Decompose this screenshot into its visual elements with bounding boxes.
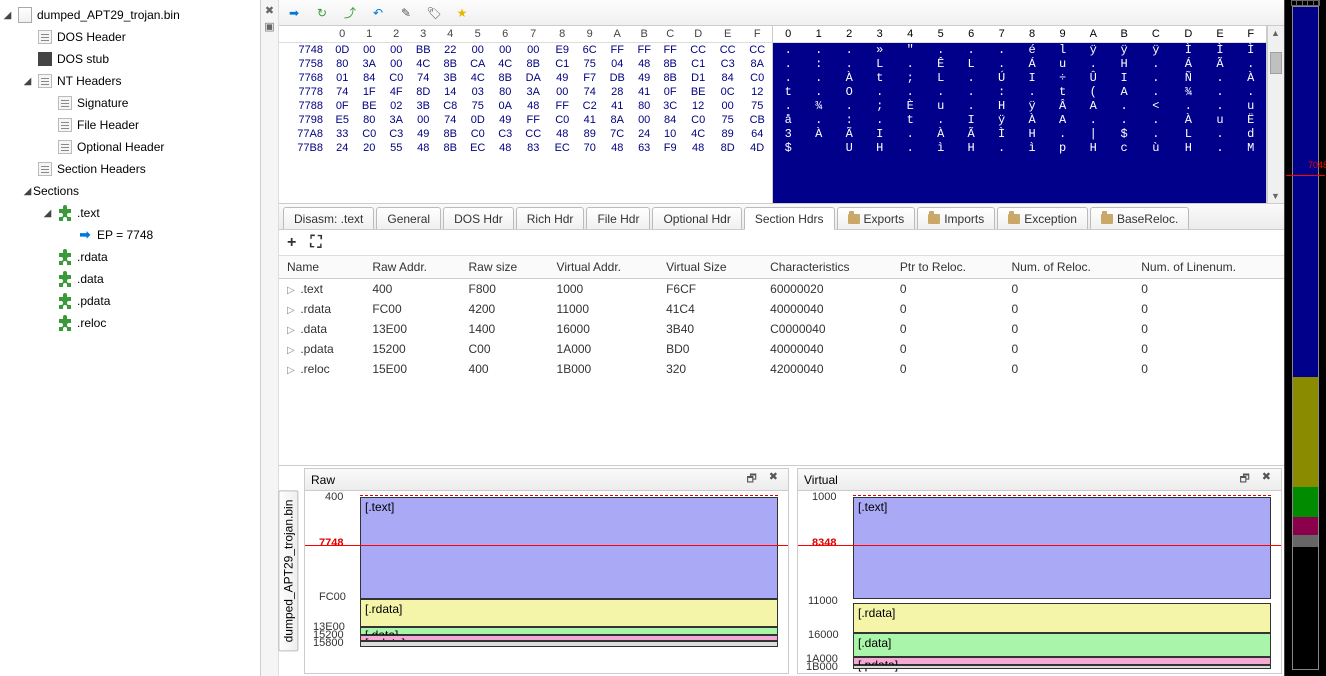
virtual-map-body[interactable]: 1000 [.text] 8348 11000 [.rdata] 16000 [… — [798, 491, 1281, 673]
raw-map-panel: Raw 🗗 ✖ 400 [.text] 7748 FC00 [.rdata] 1… — [304, 468, 789, 674]
virtual-map-title: Virtual — [804, 473, 838, 487]
tab-section-hdrs[interactable]: Section Hdrs — [744, 207, 835, 230]
memory-maps: dumped_APT29_trojan.bin Raw 🗗 ✖ 400 [.te… — [279, 466, 1284, 676]
tree-entry-point[interactable]: ➡ EP = 7748 — [0, 224, 260, 246]
tree-section-data[interactable]: .data — [0, 268, 260, 290]
undo-button[interactable]: ↶ — [369, 4, 387, 22]
section-headers-table-wrap: NameRaw Addr.Raw sizeVirtual Addr.Virtua… — [279, 256, 1284, 466]
tab-general[interactable]: General — [376, 207, 441, 229]
virtual-map-panel: Virtual 🗗 ✖ 1000 [.text] 8348 11000 [.rd… — [797, 468, 1282, 674]
bottom-tab-dock: dumped_APT29_trojan.bin — [279, 466, 298, 676]
pe-tree-panel: dumped_APT29_trojan.bin DOS Header DOS s… — [0, 0, 261, 676]
table-row[interactable]: ▷ .reloc15E004001B00032042000040000 — [279, 359, 1284, 379]
tab-optional-hdr[interactable]: Optional Hdr — [652, 207, 741, 229]
toolbar: ➡ ↻ ⤴ ↶ ✎ 🏷 ★ — [279, 0, 1284, 26]
dos-stub-icon — [37, 51, 53, 67]
table-row[interactable]: ▷ .pdata15200C001A000BD040000040000 — [279, 339, 1284, 359]
restore-icon[interactable]: 🗗 — [1235, 468, 1253, 491]
caret-icon[interactable] — [22, 186, 33, 197]
raw-map-title: Raw — [311, 473, 335, 487]
tree-root[interactable]: dumped_APT29_trojan.bin — [0, 4, 260, 26]
caret-icon[interactable] — [42, 208, 53, 219]
tree-nt-headers[interactable]: NT Headers — [0, 70, 260, 92]
tree-file-header[interactable]: File Header — [0, 114, 260, 136]
folder-icon — [1008, 214, 1020, 224]
puzzle-icon — [57, 205, 73, 221]
nt-headers-icon — [37, 73, 53, 89]
tab-rich-hdr[interactable]: Rich Hdr — [516, 207, 585, 229]
puzzle-icon — [57, 293, 73, 309]
main-area: ✖ ▣ ➡ ↻ ⤴ ↶ ✎ 🏷 ★ 0123456789ABCDEF77480D… — [261, 0, 1284, 676]
hex-scrollbar[interactable] — [1267, 26, 1284, 203]
section-toolbar: + ⛶ — [279, 230, 1284, 256]
folder-icon — [1101, 214, 1113, 224]
folder-icon — [848, 214, 860, 224]
expand-button[interactable]: ⛶ — [310, 234, 321, 252]
file-icon — [17, 7, 33, 23]
tab-basereloc[interactable]: BaseReloc. — [1090, 207, 1189, 229]
tree-section-headers[interactable]: Section Headers — [0, 158, 260, 180]
tree-root-label: dumped_APT29_trojan.bin — [37, 8, 180, 22]
close-icon[interactable]: ✖ — [1258, 468, 1275, 491]
hex-bytes-panel[interactable]: 0123456789ABCDEF77480D0000BB22000000E96C… — [279, 26, 773, 203]
puzzle-icon — [57, 249, 73, 265]
close-icon[interactable]: ✖ — [765, 468, 782, 491]
tag-button[interactable]: 🏷 — [425, 4, 443, 22]
tree-section-text[interactable]: .text — [0, 202, 260, 224]
step-button[interactable]: ⤴ — [341, 4, 359, 22]
caret-icon[interactable] — [2, 10, 13, 21]
tree-optional-header[interactable]: Optional Header — [0, 136, 260, 158]
tree-section-reloc[interactable]: .reloc — [0, 312, 260, 334]
close-panel-button[interactable]: ✖ — [263, 4, 277, 18]
optional-header-icon — [57, 139, 73, 155]
table-row[interactable]: ▷ .data13E001400160003B40C0000040000 — [279, 319, 1284, 339]
raw-map-body[interactable]: 400 [.text] 7748 FC00 [.rdata] 13E00 [.d… — [305, 491, 788, 673]
table-row[interactable]: ▷ .text400F8001000F6CF60000020000 — [279, 279, 1284, 300]
tree-section-pdata[interactable]: .pdata — [0, 290, 260, 312]
left-gutter: ✖ ▣ — [261, 0, 279, 676]
section-headers-icon — [37, 161, 53, 177]
tab-dos-hdr[interactable]: DOS Hdr — [443, 207, 514, 229]
refresh-button[interactable]: ↻ — [313, 4, 331, 22]
tree-sections[interactable]: Sections — [0, 180, 260, 202]
detail-tabs: Disasm: .text General DOS Hdr Rich Hdr F… — [279, 204, 1284, 230]
tab-disasm[interactable]: Disasm: .text — [283, 207, 374, 229]
signature-icon — [57, 95, 73, 111]
puzzle-icon — [57, 315, 73, 331]
tab-imports[interactable]: Imports — [917, 207, 995, 229]
tab-exception[interactable]: Exception — [997, 207, 1088, 229]
tree-dos-header[interactable]: DOS Header — [0, 26, 260, 48]
caret-icon[interactable] — [22, 76, 33, 87]
tree-section-rdata[interactable]: .rdata — [0, 246, 260, 268]
arrow-right-icon: ➡ — [77, 227, 93, 243]
restore-icon[interactable]: 🗗 — [742, 468, 760, 491]
star-button[interactable]: ★ — [453, 4, 471, 22]
pin-panel-button[interactable]: ▣ — [263, 20, 277, 34]
go-forward-button[interactable]: ➡ — [285, 4, 303, 22]
dos-header-icon — [37, 29, 53, 45]
tree-signature[interactable]: Signature — [0, 92, 260, 114]
section-headers-table[interactable]: NameRaw Addr.Raw sizeVirtual Addr.Virtua… — [279, 256, 1284, 379]
folder-icon — [928, 214, 940, 224]
tab-exports[interactable]: Exports — [837, 207, 916, 229]
overview-mark-label: 7048 — [1308, 160, 1326, 170]
overview-strip[interactable]: 7048 — [1284, 0, 1326, 676]
puzzle-icon — [57, 271, 73, 287]
bottom-file-tab[interactable]: dumped_APT29_trojan.bin — [279, 491, 299, 652]
file-header-icon — [57, 117, 73, 133]
add-section-button[interactable]: + — [287, 234, 296, 252]
edit-button[interactable]: ✎ — [397, 4, 415, 22]
tree-dos-stub[interactable]: DOS stub — [0, 48, 260, 70]
hex-viewer: 0123456789ABCDEF77480D0000BB22000000E96C… — [279, 26, 1284, 204]
table-row[interactable]: ▷ .rdataFC0042001100041C440000040000 — [279, 299, 1284, 319]
tab-file-hdr[interactable]: File Hdr — [586, 207, 650, 229]
hex-ascii-panel[interactable]: 0123456789ABCDEF...»"...élÿÿÿÌÌÌ.:.L.ÊL.… — [773, 26, 1267, 203]
